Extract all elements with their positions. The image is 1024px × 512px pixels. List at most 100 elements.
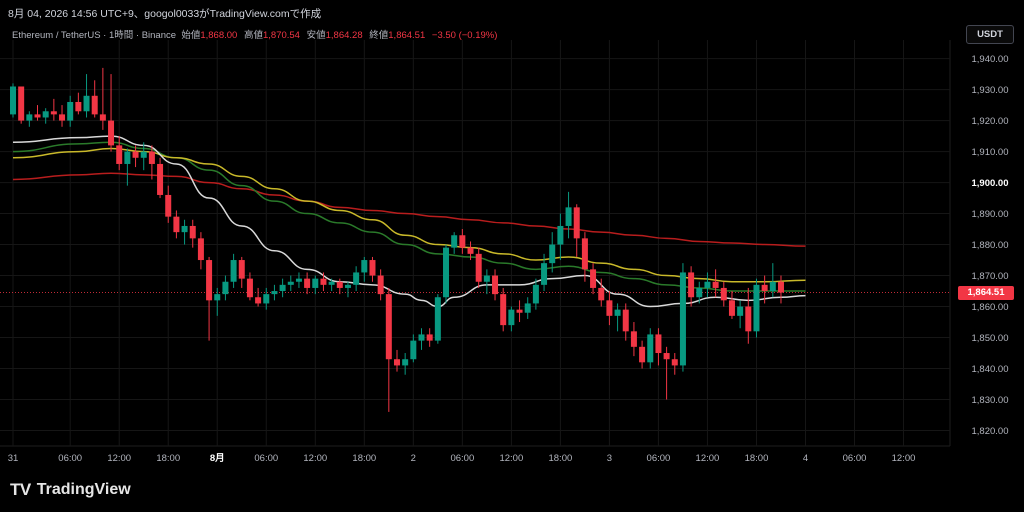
candle-body <box>769 281 776 292</box>
candle-body <box>116 145 123 164</box>
candle-body <box>728 300 735 316</box>
candle <box>679 263 686 372</box>
candle <box>434 294 441 344</box>
close-label: 終値 <box>369 30 389 41</box>
candle-body <box>287 281 294 285</box>
time-tick-label: 12:00 <box>499 453 523 464</box>
low-value: 1,864.28 <box>325 30 363 41</box>
candle-body <box>246 278 253 298</box>
time-tick-label: 06:00 <box>843 453 867 464</box>
candle-body <box>622 309 629 332</box>
candle-body <box>720 287 727 301</box>
candle-body <box>173 216 180 233</box>
price-tick-label: 1,850.00 <box>972 333 1009 344</box>
time-tick-label: 06:00 <box>58 453 82 464</box>
candle-body <box>214 294 221 301</box>
candle-body <box>745 306 752 332</box>
candle-body <box>18 86 25 121</box>
candle-body <box>10 86 16 115</box>
price-chart[interactable]: 1,820.00 1,830.00 1,840.00 1,850.00 1,860.00… <box>0 0 1024 512</box>
candle-body <box>753 284 760 332</box>
open-label: 始値 <box>181 30 201 41</box>
snapshot-info: 8月 04, 2026 14:56 UTC+9、googol0033がTradi… <box>8 8 322 20</box>
candle-body <box>393 359 400 366</box>
time-tick-label: 06:00 <box>450 453 474 464</box>
high-label: 高値 <box>243 30 263 41</box>
candle-body <box>777 281 784 293</box>
time-tick-label: 12:00 <box>892 453 916 464</box>
candle-body <box>761 284 768 292</box>
time-tick-label: 3 <box>607 453 612 464</box>
time-tick-label: 06:00 <box>647 453 671 464</box>
price-tick-label: 1,840.00 <box>972 364 1009 375</box>
candle-body <box>532 284 539 304</box>
candle-body <box>59 114 66 121</box>
candle-body <box>271 291 278 295</box>
candle-body <box>598 287 605 301</box>
candle-body <box>508 309 515 326</box>
candle-body <box>426 334 433 341</box>
candle-body <box>50 111 57 115</box>
price-tick-label: 1,940.00 <box>972 54 1009 65</box>
candle-body <box>565 207 572 226</box>
candle-body <box>704 281 711 288</box>
time-tick-label: 18:00 <box>548 453 572 464</box>
price-tick-label: 1,930.00 <box>972 85 1009 96</box>
candle-body <box>630 331 637 347</box>
candle-body <box>304 278 311 288</box>
candle-body <box>679 272 686 366</box>
time-tick-label: 12:00 <box>696 453 720 464</box>
candle-body <box>279 284 286 292</box>
candle-body <box>402 359 409 366</box>
candle-body <box>475 253 482 282</box>
candle-body <box>320 278 327 285</box>
candle-body <box>230 260 237 282</box>
candle-body <box>459 235 466 248</box>
candle-body <box>189 225 196 239</box>
currency-button[interactable]: USDT <box>966 25 1014 44</box>
price-tick-label: 1,900.00 <box>972 178 1009 189</box>
time-tick-label: 2 <box>411 453 416 464</box>
candle-body <box>524 303 531 313</box>
tradingview-snapshot: 1,820.00 1,830.00 1,840.00 1,850.00 1,860.00… <box>0 0 1024 512</box>
candle-body <box>238 260 245 279</box>
candle-body <box>295 278 302 282</box>
low-label: 安値 <box>306 30 326 41</box>
candle-body <box>492 275 499 295</box>
price-tick-label: 1,830.00 <box>972 395 1009 406</box>
time-tick-label: 8月 <box>210 453 225 464</box>
candle-body <box>639 346 646 363</box>
candle-body <box>581 238 588 270</box>
price-tick-label: 1,820.00 <box>972 426 1009 437</box>
time-tick-label: 4 <box>803 453 808 464</box>
candle-body <box>573 207 580 239</box>
current-price-label: 1,864.51 <box>958 285 1014 300</box>
candle-body <box>344 284 351 288</box>
price-tick-label: 1,880.00 <box>972 240 1009 251</box>
candle-body <box>312 278 319 288</box>
price-tick-label: 1,890.00 <box>972 209 1009 220</box>
candle-body <box>434 297 441 341</box>
price-tick-label: 1,910.00 <box>972 147 1009 158</box>
candle-body <box>206 260 213 301</box>
candle-body <box>148 151 155 164</box>
time-tick-label: 18:00 <box>745 453 769 464</box>
candle-body <box>712 281 719 288</box>
candle-body <box>83 95 90 112</box>
symbol-legend: Ethereum / TetherUS · 1時間 · Binance 始値 1,… <box>12 27 501 41</box>
candle-body <box>549 244 556 264</box>
candle-body <box>655 334 662 354</box>
time-tick-label: 12:00 <box>107 453 131 464</box>
time-tick-label: 18:00 <box>156 453 180 464</box>
candle-body <box>443 247 450 298</box>
candle-body <box>451 235 458 248</box>
candle-body <box>663 353 670 360</box>
candle-body <box>140 151 147 158</box>
tradingview-logo-icon: TV <box>10 480 31 499</box>
candle-body <box>26 114 33 121</box>
symbol-title[interactable]: Ethereum / TetherUS · 1時間 · Binance <box>12 30 176 41</box>
brand-name: TradingView <box>36 481 131 498</box>
candle-body <box>557 225 564 245</box>
candle-body <box>108 120 115 146</box>
candle-body <box>34 114 41 118</box>
